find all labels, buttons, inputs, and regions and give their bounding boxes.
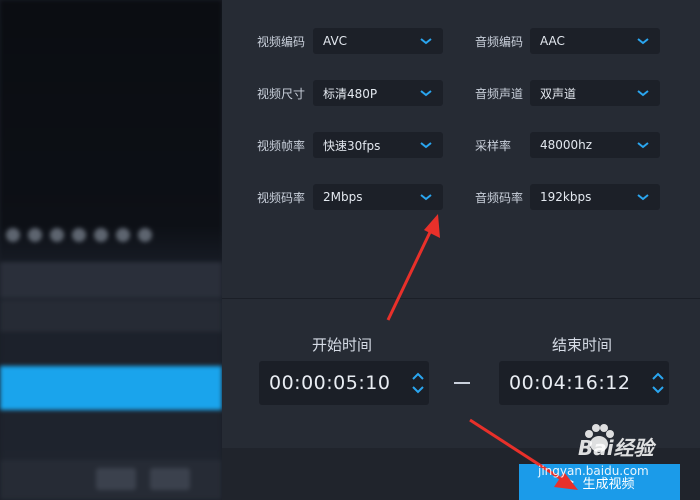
end-time-value: 00:04:16:12 xyxy=(509,372,631,394)
generate-video-button[interactable]: 生成视频 xyxy=(519,464,680,500)
start-time-input[interactable]: 00:00:05:10 xyxy=(259,361,429,405)
chevron-down-icon xyxy=(420,194,432,201)
audio-codec-label: 音频编码 xyxy=(475,35,524,49)
video-framerate-select[interactable]: 快速30fps xyxy=(313,132,443,158)
chevron-down-icon xyxy=(637,90,649,97)
start-time-stepper[interactable] xyxy=(407,363,429,403)
chevron-up-icon[interactable] xyxy=(652,372,664,380)
preview-track xyxy=(0,300,222,332)
video-bitrate-value: 2Mbps xyxy=(323,190,363,204)
preview-controls xyxy=(6,228,152,242)
sample-rate-select[interactable]: 48000hz xyxy=(530,132,660,158)
audio-bitrate-select[interactable]: 192kbps xyxy=(530,184,660,210)
preview-selected-track xyxy=(0,366,222,410)
preview-button xyxy=(150,468,190,490)
time-range-separator xyxy=(454,382,470,384)
chevron-down-icon xyxy=(637,142,649,149)
audio-channel-value: 双声道 xyxy=(540,86,577,101)
video-bitrate-select[interactable]: 2Mbps xyxy=(313,184,443,210)
preview-button xyxy=(96,468,136,490)
video-size-value: 标清480P xyxy=(323,86,378,101)
audio-codec-select[interactable]: AAC xyxy=(530,28,660,54)
chevron-down-icon xyxy=(420,142,432,149)
sample-rate-label: 采样率 xyxy=(475,139,512,153)
video-size-label: 视频尺寸 xyxy=(257,87,306,101)
start-time-value: 00:00:05:10 xyxy=(269,372,391,394)
video-codec-select[interactable]: AVC xyxy=(313,28,443,54)
video-bitrate-label: 视频码率 xyxy=(257,191,306,205)
chevron-up-icon[interactable] xyxy=(412,372,424,380)
video-codec-value: AVC xyxy=(323,34,348,48)
audio-channel-label: 音频声道 xyxy=(475,87,524,101)
section-divider xyxy=(222,298,700,299)
export-settings-panel: 视频编码 AVC 视频尺寸 标清480P 视频帧率 快速30fps 视频码率 2… xyxy=(222,0,700,500)
video-preview-panel xyxy=(0,0,222,500)
chevron-down-icon[interactable] xyxy=(652,386,664,394)
start-time-label: 开始时间 xyxy=(312,336,373,354)
audio-codec-value: AAC xyxy=(540,34,565,48)
chevron-down-icon xyxy=(420,90,432,97)
chevron-down-icon[interactable] xyxy=(412,386,424,394)
audio-channel-select[interactable]: 双声道 xyxy=(530,80,660,106)
end-time-label: 结束时间 xyxy=(552,336,613,354)
encoding-settings: 视频编码 AVC 视频尺寸 标清480P 视频帧率 快速30fps 视频码率 2… xyxy=(222,0,700,298)
video-framerate-label: 视频帧率 xyxy=(257,139,306,153)
video-codec-label: 视频编码 xyxy=(257,35,306,49)
chevron-down-icon xyxy=(637,38,649,45)
video-size-select[interactable]: 标清480P xyxy=(313,80,443,106)
video-framerate-value: 快速30fps xyxy=(323,138,381,153)
audio-bitrate-value: 192kbps xyxy=(540,190,592,204)
chevron-down-icon xyxy=(420,38,432,45)
end-time-stepper[interactable] xyxy=(647,363,669,403)
audio-bitrate-label: 音频码率 xyxy=(475,191,524,205)
end-time-input[interactable]: 00:04:16:12 xyxy=(499,361,669,405)
preview-toolbar xyxy=(0,262,222,298)
sample-rate-value: 48000hz xyxy=(540,138,593,152)
chevron-down-icon xyxy=(637,194,649,201)
generate-video-label: 生成视频 xyxy=(582,476,635,492)
play-icon xyxy=(564,476,575,488)
